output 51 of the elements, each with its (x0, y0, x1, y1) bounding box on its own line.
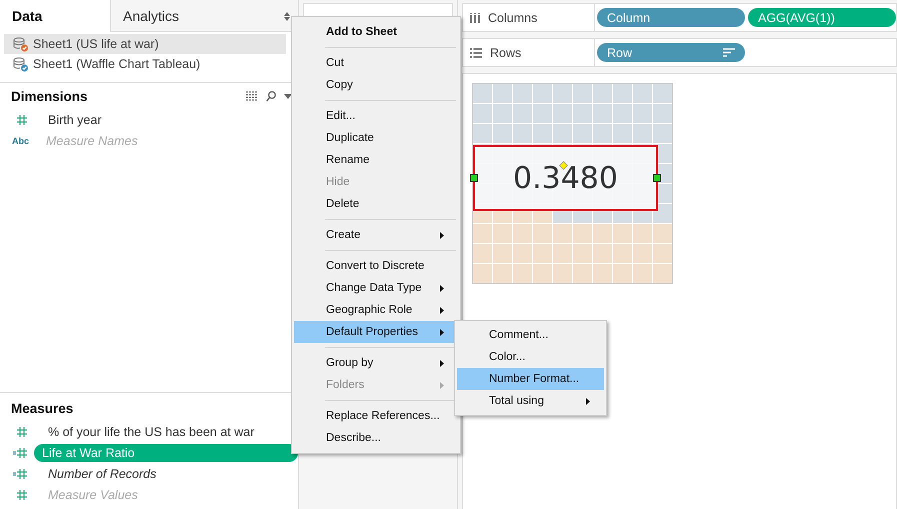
menu-item[interactable]: Replace References... (294, 405, 458, 427)
data-source-item[interactable]: Sheet1 (Waffle Chart Tableau) (4, 54, 286, 74)
resize-handle[interactable] (470, 174, 478, 182)
menu-item[interactable]: Edit... (294, 105, 458, 127)
menu-item[interactable]: Color... (457, 346, 604, 368)
string-field-icon: Abc (12, 136, 32, 146)
menu-item[interactable]: Cut (294, 52, 458, 74)
search-icon[interactable] (266, 90, 276, 102)
rows-icon (470, 48, 482, 58)
menu-item[interactable]: Convert to Discrete (294, 255, 458, 277)
submenu-arrow-icon (440, 360, 444, 366)
menu-item[interactable]: Group by (294, 352, 458, 374)
field-item[interactable]: Birth year (42, 110, 108, 128)
menu-item[interactable]: Comment... (457, 324, 604, 346)
columns-icon (470, 12, 480, 22)
section-title: Dimensions (11, 88, 88, 104)
resize-handle[interactable] (653, 174, 661, 182)
menu-item[interactable]: Copy (294, 74, 458, 96)
shelf-label: Rows (490, 46, 522, 60)
number-field-icon (17, 426, 27, 436)
calculated-field-icon (13, 448, 27, 458)
database-icon (12, 56, 29, 72)
number-field-icon (17, 490, 27, 500)
section-title: Measures (11, 400, 74, 416)
number-field-icon (17, 114, 27, 124)
submenu-arrow-icon (440, 284, 444, 292)
submenu-arrow-icon (440, 382, 444, 388)
sort-icon[interactable] (723, 48, 735, 57)
submenu-arrow-icon (586, 398, 590, 404)
calculated-field-icon (13, 468, 27, 478)
up-down-icon[interactable] (284, 12, 290, 21)
data-source-item[interactable]: Sheet1 (US life at war) (4, 34, 286, 54)
menu-item[interactable]: Geographic Role (294, 299, 458, 321)
submenu-arrow-icon (440, 232, 444, 238)
menu-item[interactable]: Duplicate (294, 127, 458, 149)
submenu-arrow-icon (440, 328, 444, 336)
menu-item[interactable]: Rename (294, 149, 458, 171)
mark-label[interactable]: 0.3480 (473, 145, 658, 211)
menu-item[interactable]: Create (294, 224, 458, 246)
field-item[interactable]: % of your life the US has been at war (42, 422, 260, 440)
list-view-icon[interactable] (246, 91, 258, 101)
submenu-arrow-icon (440, 306, 444, 314)
menu-item[interactable]: Change Data Type (294, 277, 458, 299)
menu-item[interactable]: Delete (294, 193, 458, 215)
shelf-label: Columns (488, 10, 538, 24)
database-icon (12, 36, 29, 52)
field-item[interactable]: Number of Records (42, 464, 162, 482)
menu-item[interactable]: Total using (457, 390, 604, 412)
menu-item[interactable]: Number Format... (457, 368, 604, 390)
dropdown-icon[interactable] (284, 94, 292, 98)
panel-tab[interactable]: Analytics (110, 0, 298, 32)
